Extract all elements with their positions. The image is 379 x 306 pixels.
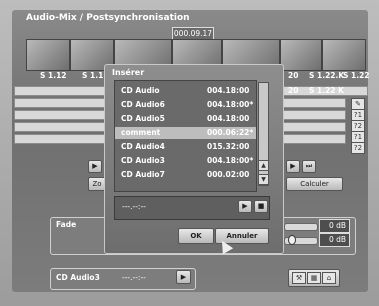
audio-list: CD Audio 004.18:00 CD Audio6 004.18:00* … bbox=[114, 80, 257, 192]
insert-dialog-title: Insérer bbox=[112, 68, 145, 77]
fade-db-1: 0 dB bbox=[319, 219, 350, 233]
list-item[interactable]: CD Audio5 004.18:00 bbox=[115, 113, 256, 125]
thumb-label-1: S 1.12 bbox=[40, 71, 67, 80]
thumb-label-5: S 1.22 bbox=[343, 71, 370, 80]
play-button-right[interactable]: ▶ bbox=[286, 160, 300, 173]
thumb-label-3: 20 bbox=[288, 71, 299, 80]
list-item-name: CD Audio4 bbox=[121, 142, 165, 151]
scroll-up-button[interactable]: ▲ bbox=[258, 160, 269, 171]
list-item-name: CD Audio7 bbox=[121, 170, 165, 179]
thumb-label-2: S 1.1 bbox=[82, 71, 104, 80]
skip-button[interactable]: ⏭ bbox=[302, 160, 316, 173]
list-item-name: comment bbox=[121, 128, 161, 137]
ok-button[interactable]: OK bbox=[178, 228, 214, 244]
storyboard-thumb-7[interactable] bbox=[322, 39, 366, 71]
fade-label: Fade bbox=[56, 220, 77, 229]
list-item-time: 000.02:00 bbox=[207, 170, 250, 179]
tool-icon-1[interactable]: ⚒ bbox=[292, 272, 306, 284]
thumb-label-4: S 1.22.K bbox=[309, 71, 345, 80]
window-title: Audio-Mix / Postsynchronisation bbox=[26, 13, 190, 23]
list-item-name: CD Audio3 bbox=[121, 156, 165, 165]
bottom-time: ---.--:-- bbox=[122, 273, 146, 282]
list-item-time: 004.18:00 bbox=[207, 86, 250, 95]
track-label-left: 20 bbox=[288, 86, 299, 95]
fade-db-2: 0 dB bbox=[319, 233, 350, 247]
track-label-right: S 1.22 K bbox=[309, 86, 344, 95]
list-item-time: 004.18:00* bbox=[207, 156, 254, 165]
list-item-selected[interactable]: comment 000.06:22* bbox=[115, 127, 256, 139]
slider-knob[interactable] bbox=[288, 235, 296, 245]
list-item[interactable]: CD Audio 004.18:00 bbox=[115, 85, 256, 97]
list-item-time: 004.18:00* bbox=[207, 100, 254, 109]
play-button-left[interactable]: ▶ bbox=[88, 160, 102, 173]
storyboard-thumb-1[interactable] bbox=[26, 39, 70, 71]
grid-icon[interactable]: ▦ bbox=[307, 272, 321, 284]
list-item-name: CD Audio bbox=[121, 86, 160, 95]
home-icon[interactable]: ⌂ bbox=[322, 272, 336, 284]
player-stop-button[interactable]: ■ bbox=[254, 200, 268, 213]
calculate-button[interactable]: Calculer bbox=[286, 177, 343, 191]
storyboard-thumb-6[interactable] bbox=[280, 39, 322, 71]
list-item-time: 000.06:22* bbox=[207, 128, 254, 137]
track-4-icon[interactable]: ?2 bbox=[351, 142, 365, 154]
bottom-track-name: CD Audio3 bbox=[56, 273, 100, 282]
bottom-play-button[interactable]: ▶ bbox=[176, 270, 191, 284]
list-item-time: 004.18:00 bbox=[207, 114, 250, 123]
list-item[interactable]: CD Audio3 004.18:00* bbox=[115, 155, 256, 167]
list-item[interactable]: CD Audio6 004.18:00* bbox=[115, 99, 256, 111]
list-item-time: 015.32:00 bbox=[207, 142, 250, 151]
list-item-name: CD Audio5 bbox=[121, 114, 165, 123]
list-item[interactable]: CD Audio7 000.02:00 bbox=[115, 169, 256, 181]
list-item-name: CD Audio6 bbox=[121, 100, 165, 109]
player-play-button[interactable]: ▶ bbox=[238, 200, 252, 213]
fade-slider-1[interactable] bbox=[284, 223, 318, 231]
scroll-down-button[interactable]: ▼ bbox=[258, 174, 269, 185]
player-time: ---.--:-- bbox=[122, 202, 146, 211]
list-item[interactable]: CD Audio4 015.32:00 bbox=[115, 141, 256, 153]
